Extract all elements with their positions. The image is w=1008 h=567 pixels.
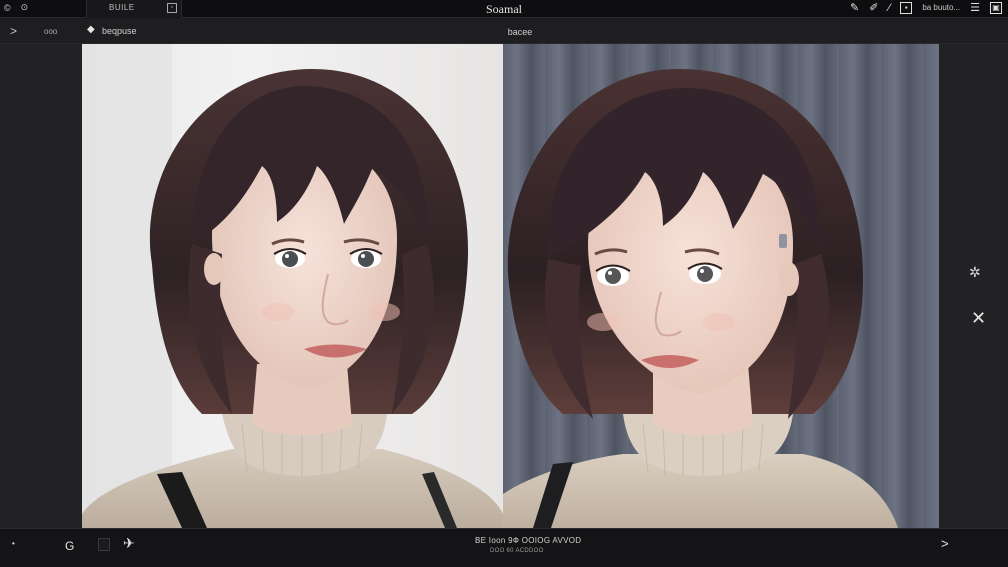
pen-icon[interactable]: ✎ xyxy=(850,1,859,14)
info-line-2: DOO 60 ACDDOO xyxy=(490,548,544,554)
menu-icon[interactable]: ☰ xyxy=(970,1,980,14)
gear-icon[interactable]: ✲ xyxy=(969,264,981,281)
image-pane-right[interactable] xyxy=(503,44,939,528)
doc-label[interactable]: ba buuto... xyxy=(922,3,960,12)
send-icon[interactable]: ✈ xyxy=(123,535,135,552)
left-panel xyxy=(0,44,82,528)
window-icon[interactable]: ▣ xyxy=(990,1,1002,14)
bottom-bar: • G ✈ BE Ioon 9Ф OOIOG AVVOD DOO 60 ACDD… xyxy=(0,528,1008,567)
chevron-right-icon[interactable]: > xyxy=(941,536,949,551)
sub-toolbar: > ooo ◆ beqpuse bacee xyxy=(0,19,1008,44)
canvas-label: bacee xyxy=(507,27,533,37)
right-panel: ✲ ✕ xyxy=(939,44,1008,528)
g-button[interactable]: G xyxy=(65,539,74,553)
portrait-left-image xyxy=(82,44,503,528)
link-icon[interactable]: ✐ xyxy=(869,1,878,14)
dot-icon[interactable]: • xyxy=(12,539,15,548)
portrait-right-image xyxy=(503,69,898,528)
image-icon[interactable]: ▪ xyxy=(900,1,913,14)
info-line-1: BE Ioon 9Ф OOIOG AVVOD xyxy=(475,536,582,545)
image-pane-left[interactable] xyxy=(82,44,503,528)
close-icon[interactable]: ✕ xyxy=(971,308,986,329)
checkbox-square[interactable] xyxy=(98,538,110,551)
image-canvas[interactable] xyxy=(82,44,939,528)
brush-icon[interactable]: ⁄ xyxy=(888,2,890,14)
title-bar-right: ✎ ✐ ⁄ ▪ ba buuto... ☰ ▣ xyxy=(850,1,1002,14)
title-bar: © ⊙ BUILE ▫ Soamal ✎ ✐ ⁄ ▪ ba buuto... ☰… xyxy=(0,0,1008,18)
